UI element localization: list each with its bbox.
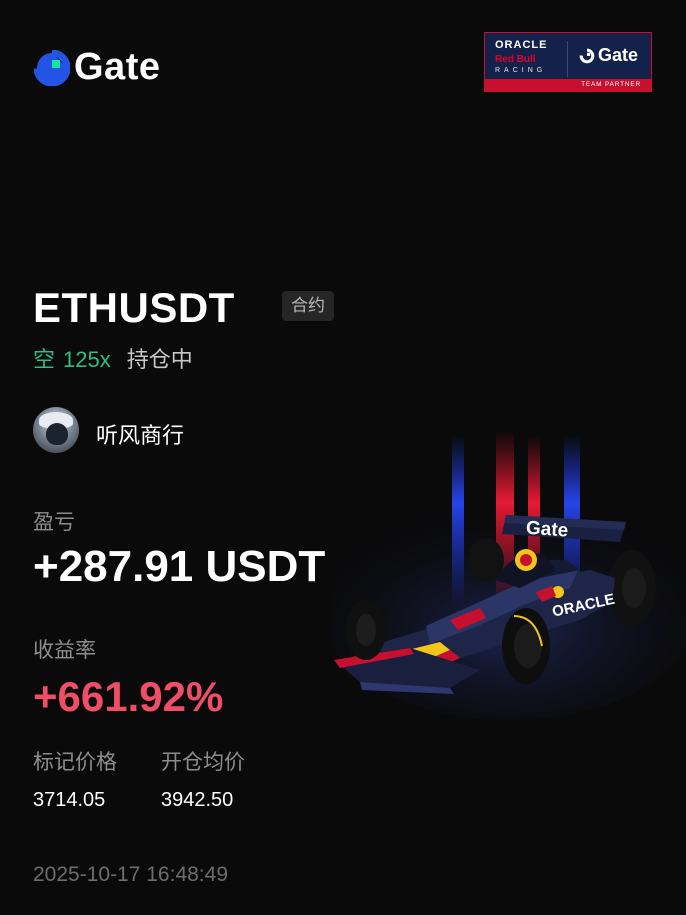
avatar [33,407,79,453]
oracle-text: ORACLE [495,39,548,51]
direction-label: 空 [33,348,56,373]
username: 听风商行 [96,424,185,449]
gate-logo: Gate [34,46,160,89]
team-partner-badge: ORACLE Red Bull RACING Gate TEAM PARTNER [484,32,652,92]
symbol-title: ETHUSDT [33,284,235,331]
entry-price-label: 开仓均价 [161,750,245,774]
gate-logo-text: Gate [74,46,161,88]
wing-gate-text: Gate [525,518,569,542]
mark-price-label: 标记价格 [33,750,117,774]
position-info-row: 空 125x 持仓中 [33,342,193,374]
racing-text: RACING [495,67,547,74]
gate-small-icon [579,48,595,63]
light-beam-blue-1 [452,435,464,605]
pnl-value: +287.91 USDT [33,542,326,591]
contract-tag: 合约 [282,291,334,321]
roi-label: 收益率 [33,638,96,662]
avatar-face [46,423,68,445]
mark-price-value: 3714.05 [33,789,106,811]
share-card: Gate ORACLE Red Bull RACING Gate TEAM PA… [0,0,686,915]
timestamp: 2025-10-17 16:48:49 [33,863,228,886]
partner-gate-logo: Gate [579,45,638,66]
redbull-text: Red Bull [495,54,536,65]
gate-logo-icon [34,49,70,86]
roi-value: +661.92% [33,673,224,720]
f1-car-illustration: Gate ORACLE [330,430,686,720]
team-partner-label: TEAM PARTNER [485,79,651,91]
badge-divider [567,41,568,77]
pnl-label: 盈亏 [33,510,75,534]
partner-gate-text: Gate [598,45,639,65]
position-status: 持仓中 [126,348,193,373]
leverage-label: 125x [63,347,111,372]
entry-price-value: 3942.50 [161,789,234,811]
